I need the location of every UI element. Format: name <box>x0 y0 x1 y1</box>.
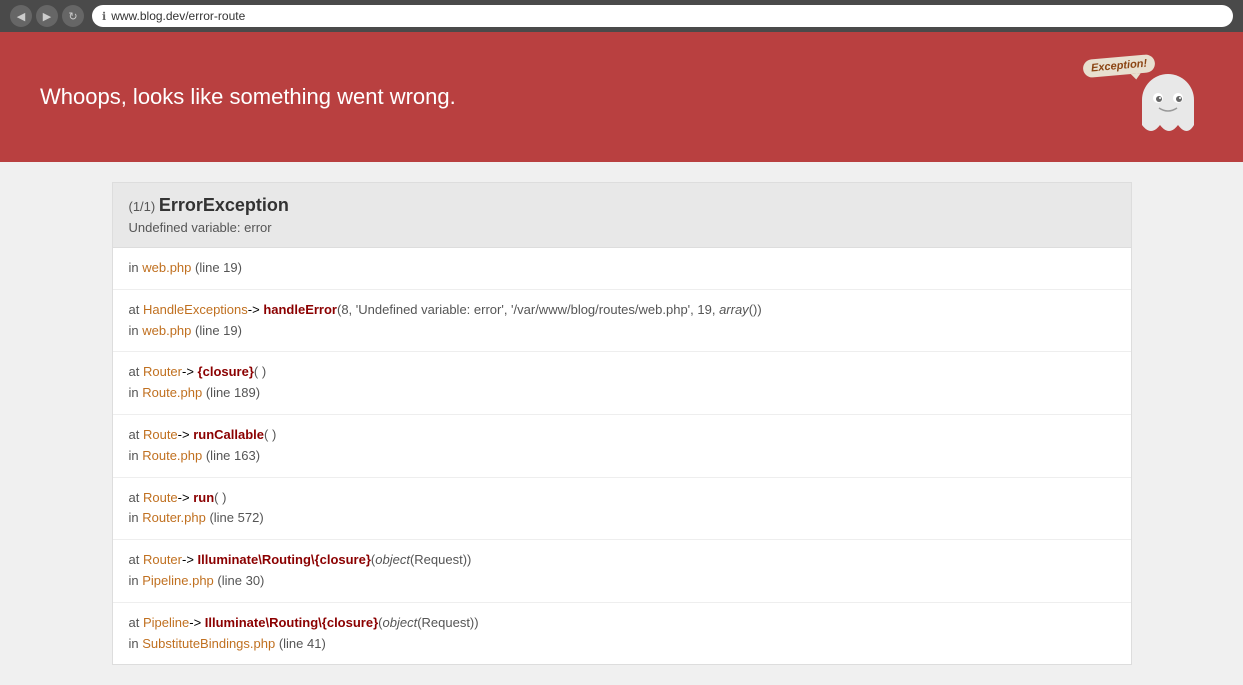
stack-item: at Router-> Illuminate\Routing\{closure}… <box>113 540 1131 603</box>
in-prefix: in <box>129 448 143 463</box>
arrow: -> <box>248 302 264 317</box>
exception-type: ErrorException <box>159 195 289 215</box>
at-prefix: at <box>129 302 143 317</box>
line-info: (line 163) <box>202 448 260 463</box>
file-name: web.php <box>142 260 191 275</box>
in-prefix: in <box>129 323 143 338</box>
args2: (Request)) <box>410 552 471 567</box>
args: ( ) <box>254 364 266 379</box>
arrow: -> <box>178 427 194 442</box>
file-name: Router.php <box>142 510 206 525</box>
arrow: -> <box>182 364 198 379</box>
class-name: HandleExceptions <box>143 302 248 317</box>
stack-item: in web.php (line 19) <box>113 248 1131 290</box>
method-name: run <box>193 490 214 505</box>
arrow: -> <box>189 615 205 630</box>
line-info: (line 30) <box>214 573 265 588</box>
at-prefix: at <box>129 364 143 379</box>
file-name: Route.php <box>142 385 202 400</box>
error-banner: Whoops, looks like something went wrong.… <box>0 32 1243 162</box>
class-name: Route <box>143 427 178 442</box>
exception-header: (1/1) ErrorException Undefined variable:… <box>113 183 1131 248</box>
nav-buttons: ◀ ▶ ↻ <box>10 5 84 27</box>
at-prefix: at <box>129 615 143 630</box>
exception-counter: (1/1) <box>129 199 156 214</box>
line-info: (line 189) <box>202 385 260 400</box>
exception-message: Undefined variable: error <box>129 220 1115 235</box>
back-button[interactable]: ◀ <box>10 5 32 27</box>
in-prefix: in <box>129 573 143 588</box>
file-name: Route.php <box>142 448 202 463</box>
args2: (Request)) <box>417 615 478 630</box>
stack-item: at Router-> {closure}( ) in Route.php (l… <box>113 352 1131 415</box>
url-text: www.blog.dev/error-route <box>111 9 245 23</box>
line-info: (line 572) <box>206 510 264 525</box>
stack-item: at Route-> runCallable( ) in Route.php (… <box>113 415 1131 478</box>
arrow: -> <box>182 552 198 567</box>
file-name: SubstituteBindings.php <box>142 636 275 651</box>
stack-item: at Pipeline-> Illuminate\Routing\{closur… <box>113 603 1131 665</box>
at-prefix: at <box>129 427 143 442</box>
browser-chrome: ◀ ▶ ↻ ℹ www.blog.dev/error-route <box>0 0 1243 32</box>
reload-button[interactable]: ↻ <box>62 5 84 27</box>
method-name: runCallable <box>193 427 264 442</box>
method-name: Illuminate\Routing\{closure} <box>205 615 378 630</box>
stack-item: at Route-> run( ) in Router.php (line 57… <box>113 478 1131 541</box>
line-info: (line 41) <box>275 636 326 651</box>
args: ( ) <box>264 427 276 442</box>
file-name: web.php <box>142 323 191 338</box>
secure-icon: ℹ <box>102 10 106 23</box>
file-name: Pipeline.php <box>142 573 214 588</box>
keyword-italic: object <box>375 552 410 567</box>
at-prefix: at <box>129 552 143 567</box>
method-name: Illuminate\Routing\{closure} <box>198 552 371 567</box>
ghost-mascot: Exception! <box>1083 57 1203 137</box>
arrow: -> <box>178 490 194 505</box>
args: (8, 'Undefined variable: error', '/var/w… <box>337 302 762 317</box>
ghost-body <box>1133 72 1203 137</box>
class-name: Router <box>143 364 182 379</box>
class-name: Router <box>143 552 182 567</box>
main-content: (1/1) ErrorException Undefined variable:… <box>0 162 1243 685</box>
line-info: (line 19) <box>191 323 242 338</box>
method-name: handleError <box>263 302 337 317</box>
error-banner-text: Whoops, looks like something went wrong. <box>40 84 456 110</box>
class-name: Pipeline <box>143 615 189 630</box>
keyword-italic: object <box>382 615 417 630</box>
line-info: (line 19) <box>191 260 242 275</box>
forward-button[interactable]: ▶ <box>36 5 58 27</box>
exception-card: (1/1) ErrorException Undefined variable:… <box>112 182 1132 665</box>
in-prefix: in <box>129 510 143 525</box>
args: ( ) <box>214 490 226 505</box>
ghost-svg <box>1133 72 1203 137</box>
in-prefix: in <box>129 636 143 651</box>
address-bar[interactable]: ℹ www.blog.dev/error-route <box>92 5 1233 27</box>
method-name: {closure} <box>198 364 254 379</box>
in-prefix: in <box>129 385 143 400</box>
stack-item: at HandleExceptions-> handleError(8, 'Un… <box>113 290 1131 353</box>
at-prefix: at <box>129 490 143 505</box>
in-prefix: in <box>129 260 143 275</box>
class-name: Route <box>143 490 178 505</box>
